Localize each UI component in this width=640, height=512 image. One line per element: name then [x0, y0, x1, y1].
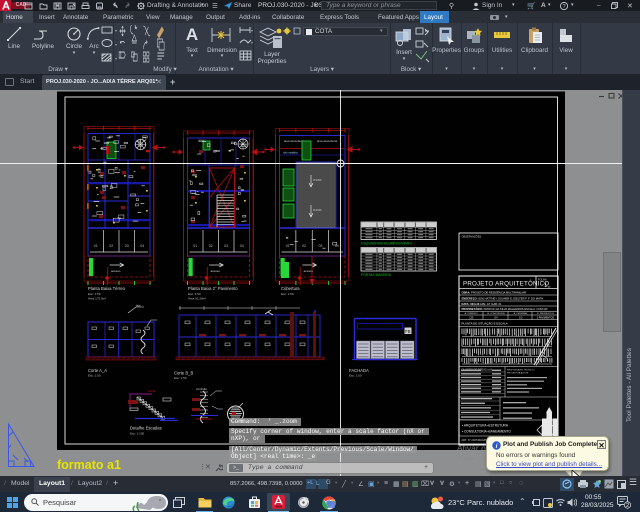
svg-text:2: 2	[626, 503, 629, 509]
svg-text:▾: ▾	[115, 28, 117, 33]
svg-text:i=30%: i=30%	[313, 208, 322, 212]
svg-text:A. TERRENO: A. TERRENO	[465, 312, 479, 315]
svg-text:1,,: 1,,	[544, 283, 551, 289]
svg-text:Planta Baixa 2° Pavimento: Planta Baixa 2° Pavimento	[188, 286, 238, 291]
svg-text:PROJETO ARQUITETÔNICO: PROJETO ARQUITETÔNICO	[463, 281, 549, 288]
svg-text:Esc: 1:50: Esc: 1:50	[281, 292, 294, 296]
svg-text:?: ?	[562, 4, 565, 10]
svg-text:02: 02	[209, 244, 213, 248]
svg-text:A. PERMEAB.: A. PERMEAB.	[514, 312, 528, 315]
svg-text:ENDEREÇO: (EN) HATTNEY JOUWER: ENDEREÇO: (EN) HATTNEY JOUWER E JOELTER …	[462, 297, 544, 301]
svg-text:18x18: 18x18	[148, 389, 156, 393]
svg-text:01: 01	[286, 244, 290, 248]
svg-text:PORTAS MADEIRA: PORTAS MADEIRA	[361, 273, 392, 277]
svg-text:Esc: 1:100: Esc: 1:100	[130, 432, 145, 436]
svg-text:• CONSULTORIA •SANEAMENTO: • CONSULTORIA •SANEAMENTO	[462, 430, 511, 434]
svg-text:Corte B_B: Corte B_B	[174, 371, 194, 376]
svg-text:PLANTA DE SITUAÇÃO E ESCALA: PLANTA DE SITUAÇÃO E ESCALA	[462, 321, 508, 326]
svg-text:03: 03	[318, 244, 322, 248]
svg-text:i: i	[496, 443, 498, 450]
svg-text:N° PAVIMENTOS: N° PAVIMENTOS	[537, 312, 555, 315]
svg-text:▾: ▾	[115, 56, 117, 61]
svg-text:02: 02	[109, 244, 113, 248]
svg-text:área descoberta: área descoberta	[317, 139, 338, 143]
svg-text:▾: ▾	[251, 28, 253, 33]
svg-text:2 PAVIMENTOS: 2 PAVIMENTOS	[537, 317, 555, 320]
svg-text:Planta Baixa Térreo: Planta Baixa Térreo	[88, 286, 126, 291]
svg-text:DATA: 03/4-20 APE: GT: DATA: 03/4-20 APE: GT GAB: 01	[462, 302, 502, 306]
svg-text:laje: laje	[136, 304, 141, 308]
svg-text:03: 03	[224, 244, 228, 248]
svg-text:PROJETISTA AUTOR: PROJETISTA AUTOR	[507, 371, 529, 374]
svg-text:01: 01	[193, 244, 197, 248]
svg-text:RESPONSÁVEL TÉCNICO /: RESPONSÁVEL TÉCNICO /	[507, 369, 535, 372]
svg-text:área descoberta: área descoberta	[284, 139, 305, 143]
svg-text:Corte A_A: Corte A_A	[88, 368, 107, 373]
svg-text:corrimão: corrimão	[196, 387, 207, 391]
svg-text:02: 02	[302, 244, 306, 248]
svg-text:01: 01	[94, 244, 98, 248]
svg-text:04: 04	[140, 244, 144, 248]
svg-text:i=30%: i=30%	[313, 178, 322, 182]
svg-text:acesso: acesso	[111, 269, 121, 273]
svg-text:• ARQUITETURA •ESTRUTURA: • ARQUITETURA •ESTRUTURA	[462, 424, 509, 428]
svg-text:acesso: acesso	[210, 269, 220, 273]
svg-text:Área 173.5m²: Área 173.5m²	[88, 297, 106, 301]
svg-text:▾: ▾	[251, 40, 253, 45]
svg-text:125: 125	[469, 317, 474, 320]
svg-text:FOLHA: FOLHA	[538, 278, 547, 282]
svg-text:formato a1: formato a1	[57, 458, 121, 472]
svg-text:Esc: 1:50: Esc: 1:50	[349, 374, 362, 378]
svg-text:Esc: 1:50: Esc: 1:50	[174, 376, 187, 380]
svg-text:Área 51.29m²: Área 51.29m²	[188, 297, 206, 301]
svg-text:Esc: 1:50: Esc: 1:50	[88, 292, 101, 296]
svg-text:FB: FB	[405, 329, 411, 334]
svg-text:Esc: 1:50: Esc: 1:50	[188, 292, 201, 296]
svg-text:Detalhe Escadas: Detalhe Escadas	[130, 426, 162, 431]
svg-text:Cobertura: Cobertura	[281, 286, 300, 291]
svg-text:FACHADA: FACHADA	[349, 368, 369, 373]
svg-text:04: 04	[240, 244, 244, 248]
svg-text:rufo metálico: rufo metálico	[283, 151, 298, 155]
svg-text:▾: ▾	[115, 42, 117, 47]
svg-text:03: 03	[125, 244, 129, 248]
svg-text:Esc: 1:50: Esc: 1:50	[88, 374, 101, 378]
svg-text:GV: GV	[494, 317, 498, 320]
svg-text:A. CONSTRUÍDA: A. CONSTRUÍDA	[487, 312, 505, 315]
svg-text:ESQUADRIAS ALUMÍNIO/VIDRO: ESQUADRIAS ALUMÍNIO/VIDRO	[361, 242, 412, 246]
